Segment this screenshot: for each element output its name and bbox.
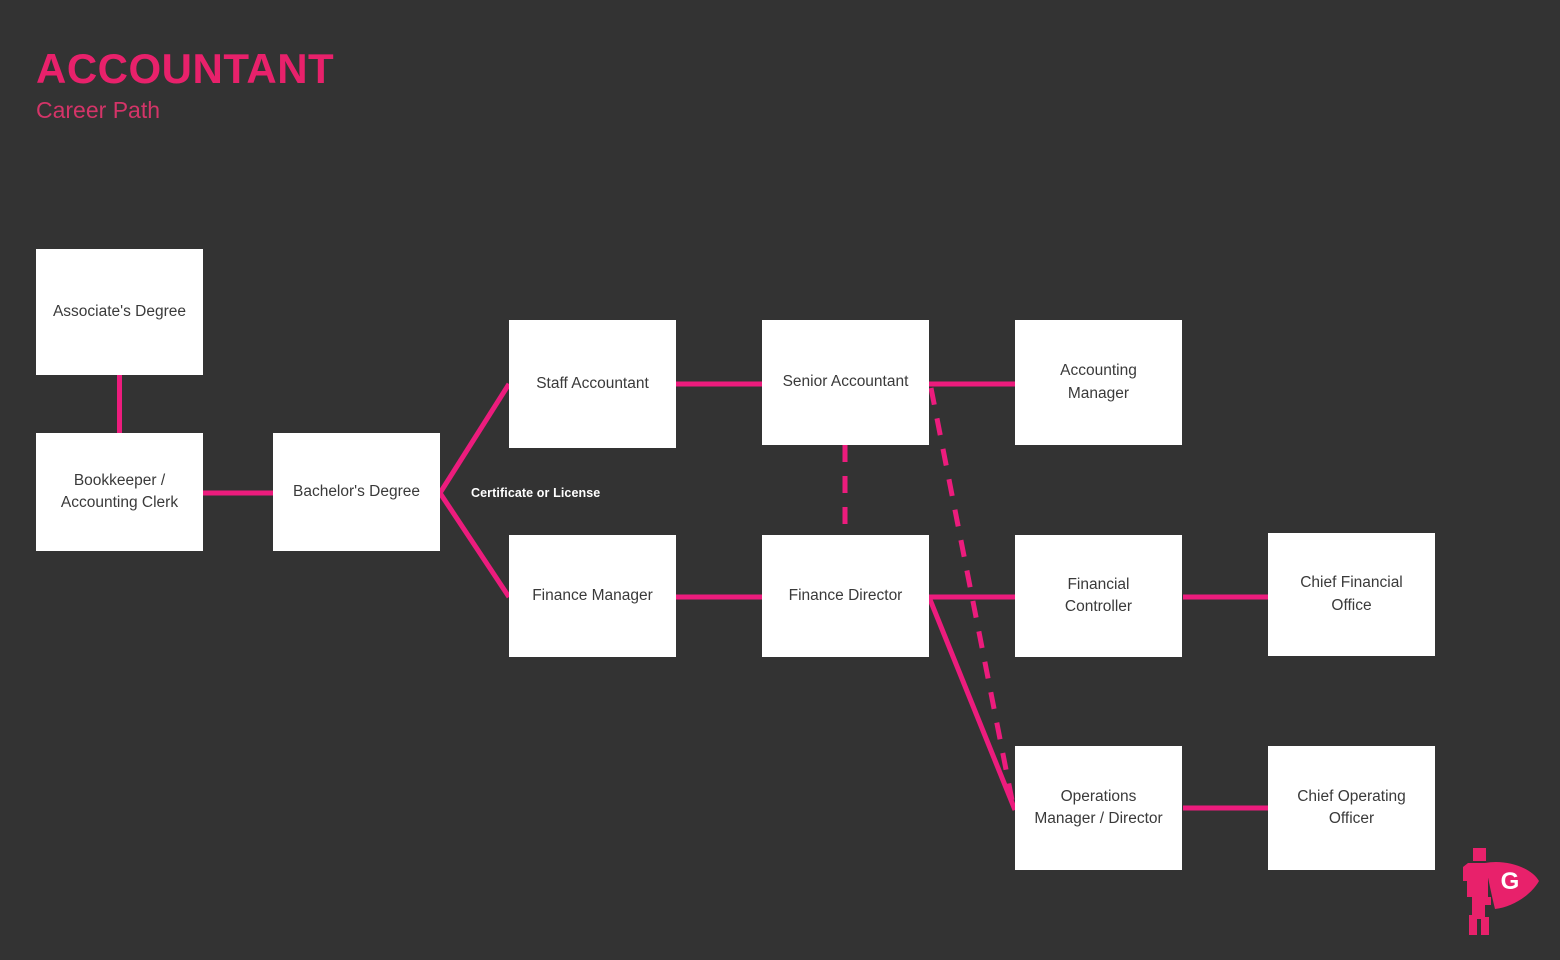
node-chief-operating-officer[interactable]: Chief Operating Officer (1268, 746, 1435, 870)
node-chief-financial-office[interactable]: Chief Financial Office (1268, 533, 1435, 656)
node-label-bookkeeper: Bookkeeper / Accounting Clerk (60, 471, 179, 511)
node-label-associates-degree: Associate's Degree (52, 302, 187, 320)
node-staff-accountant[interactable]: Staff Accountant (509, 320, 676, 448)
node-label-finance-manager: Finance Manager (532, 586, 653, 604)
node-accounting-manager[interactable]: Accounting Manager (1015, 320, 1182, 445)
node-label-bachelors-degree: Bachelor's Degree (292, 482, 421, 500)
node-label-accounting-manager: Accounting Manager (1060, 362, 1137, 402)
node-label-financial-controller: Financial Controller (1064, 575, 1133, 615)
node-label-staff-accountant: Staff Accountant (536, 374, 649, 392)
logo-head (1473, 848, 1486, 861)
node-bookkeeper[interactable]: Bookkeeper / Accounting Clerk (36, 433, 203, 551)
node-senior-accountant[interactable]: Senior Accountant (762, 320, 929, 445)
page-title: ACCOUNTANT (36, 45, 335, 92)
node-label-operations-manager: Operations Manager / Director (1034, 787, 1163, 827)
node-operations-manager[interactable]: Operations Manager / Director (1015, 746, 1182, 870)
greatness-hero-logo: G (1463, 848, 1539, 935)
node-financial-controller[interactable]: Financial Controller (1015, 535, 1182, 657)
logo-body (1463, 863, 1491, 935)
header: ACCOUNTANT Career Path (36, 48, 736, 122)
logo-letter: G (1501, 868, 1520, 895)
node-label-finance-director: Finance Director (788, 586, 903, 604)
edge-bachelors-to-staff-accountant (437, 382, 512, 495)
node-label-chief-operating-officer: Chief Operating Officer (1297, 787, 1406, 827)
node-label-chief-financial-office: Chief Financial Office (1300, 574, 1403, 614)
diagram-canvas: ACCOUNTANT Career Path Associate's Degre… (0, 0, 1560, 960)
edge-bachelors-to-finance-manager (437, 491, 512, 599)
node-associates-degree[interactable]: Associate's Degree (36, 249, 203, 375)
node-finance-manager[interactable]: Finance Manager (509, 535, 676, 657)
edge-finance-director-to-operations-manager (926, 596, 1018, 811)
node-bachelors-degree[interactable]: Bachelor's Degree (273, 433, 440, 551)
node-finance-director[interactable]: Finance Director (762, 535, 929, 657)
edge-senior-accountant-to-operations-manager (928, 387, 1015, 801)
caption-certificate-or-license: Certificate or License (471, 486, 601, 500)
node-label-senior-accountant: Senior Accountant (782, 373, 909, 391)
page-subtitle: Career Path (36, 97, 161, 123)
